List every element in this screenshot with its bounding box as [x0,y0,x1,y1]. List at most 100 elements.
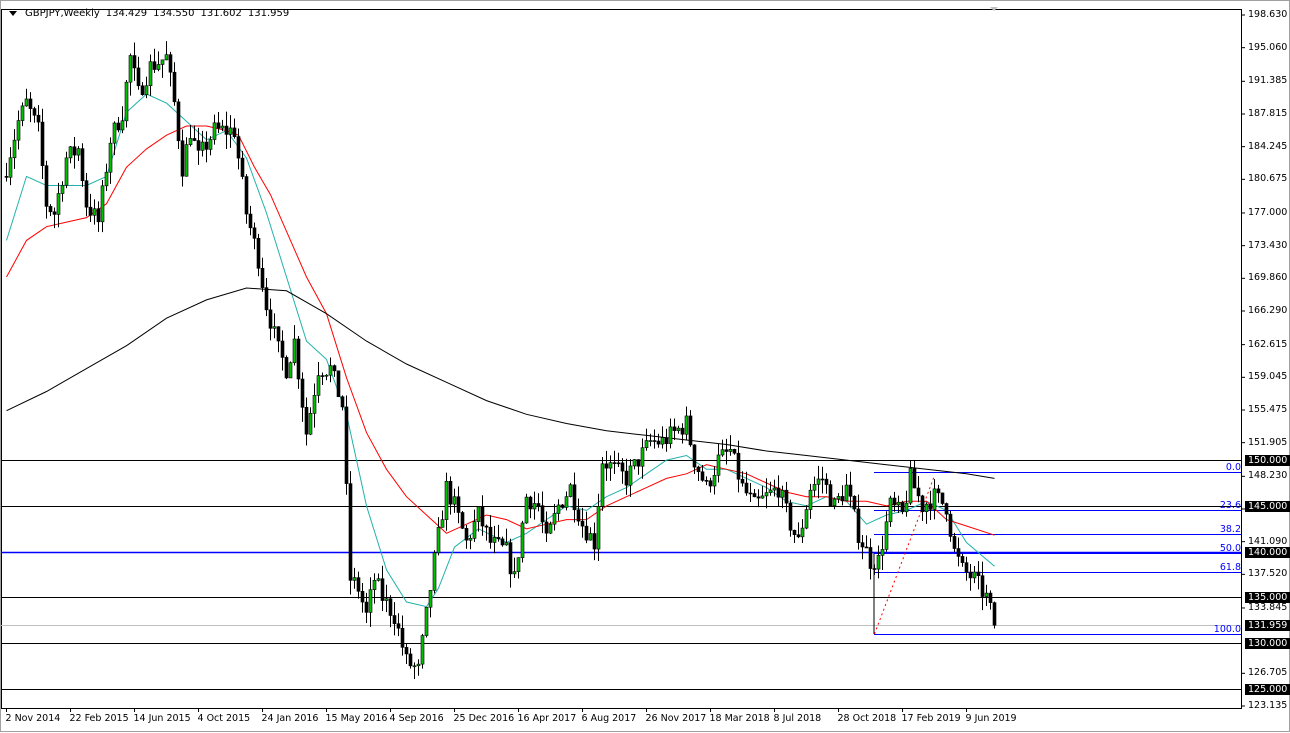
candle-bear [916,487,921,497]
candle-bear [732,449,737,454]
fib-level-label: 50.0 [1219,542,1241,554]
candle-bear [980,575,985,597]
candle-bull [568,484,573,497]
candle-bull [372,580,377,590]
candle-bear [612,462,617,464]
candle-bull [16,120,21,141]
candle-bull [316,375,321,396]
candle-bull [12,139,17,159]
candle-bear [172,71,177,103]
candle-bear [116,122,121,131]
candle-bull [660,437,665,445]
candle-bear [304,407,309,435]
y-tick-label: 123.135 [1248,700,1288,711]
chart-window[interactable]: GBPJPY,Weekly 134.429 134.550 131.602 13… [0,0,1290,732]
candle-bear [340,396,345,408]
fib-level-label: 23.6 [1219,499,1241,511]
x-tick-label: 6 Aug 2017 [581,713,637,724]
candle-bear [4,176,9,178]
moving-average-ma-fast [6,93,995,608]
y-tick-label: 133.845 [1248,601,1288,613]
candle-bear [536,503,541,506]
candle-bear [584,525,589,541]
candle-bull [108,142,113,173]
candle-bear [672,426,677,431]
candle-bear [204,141,209,150]
candle-bear [132,55,137,69]
candle-bull [932,488,937,510]
candle-bull [112,122,117,144]
price-level-badge: 130.000 [1245,637,1290,649]
candle-bull [972,571,977,579]
candle-bull [412,665,417,668]
fib-level-label: 38.2 [1219,523,1241,535]
candle-bull [644,440,649,449]
candle-bull [588,533,593,541]
candle-bear [776,487,781,498]
candle-bear [620,462,625,472]
candle-bull [208,139,213,150]
candle-bull [628,465,633,486]
x-tick-label: 4 Sep 2016 [389,713,444,724]
candle-bear [388,598,393,616]
candle-bull [608,462,613,469]
candle-bear [968,571,973,579]
candle-bull [324,374,329,377]
current-price-badge: 131.959 [1245,619,1290,631]
candle-bear [276,326,281,342]
candle-bear [820,478,825,481]
candle-bear [356,577,361,592]
candle-bear [464,528,469,541]
candle-bull [120,120,125,131]
candle-bear [784,489,789,504]
candle-bull [836,496,841,500]
y-tick-label: 166.290 [1248,305,1288,316]
x-tick-label: 4 Oct 2015 [197,713,251,724]
candle-bear [348,483,353,581]
candle-bear [592,533,597,550]
candle-bear [496,537,501,540]
candle-bull [512,571,517,575]
candle-bull [472,521,477,539]
candle-bull [832,498,837,507]
candle-bull [20,105,25,121]
candle-bear [900,501,905,513]
candle-bear [360,591,365,603]
candle-bear [216,122,221,129]
candle-bear [688,415,693,446]
candle-bear [80,148,85,182]
fib-level-label: 100.0 [1213,623,1241,635]
candle-bull [716,454,721,476]
moving-average-ma-slow [6,287,995,479]
candle-bull [468,538,473,541]
candle-bull [100,185,105,223]
candle-bear [136,67,141,87]
price-level-badge: 135.000 [1245,591,1290,603]
candle-bull [104,171,109,187]
candle-bear [284,357,289,379]
candle-bear [604,463,609,469]
candle-bear [296,338,301,380]
candle-bear [936,488,941,494]
x-tick-label: 2 Nov 2014 [5,713,61,724]
candle-bull [76,148,81,156]
candle-bull [68,146,73,159]
candle-bull [880,549,885,556]
candle-bull [800,527,805,538]
y-tick-label: 159.045 [1248,371,1288,383]
candle-bear [176,101,181,142]
candle-bear [256,238,261,269]
candle-bull [564,496,569,508]
candle-bull [808,489,813,510]
candle-bear [856,508,861,543]
candle-bull [728,449,733,452]
candle-bear [636,459,641,467]
price-chart[interactable] [1,1,1290,733]
candle-bull [188,138,193,145]
candle-bear [828,484,833,507]
ohlc-high: 134.550 [153,8,195,19]
y-tick-label: 137.520 [1248,568,1288,580]
x-tick-label: 17 Feb 2019 [901,713,961,724]
dropdown-triangle-icon[interactable] [9,11,17,16]
candle-bear [860,542,865,548]
